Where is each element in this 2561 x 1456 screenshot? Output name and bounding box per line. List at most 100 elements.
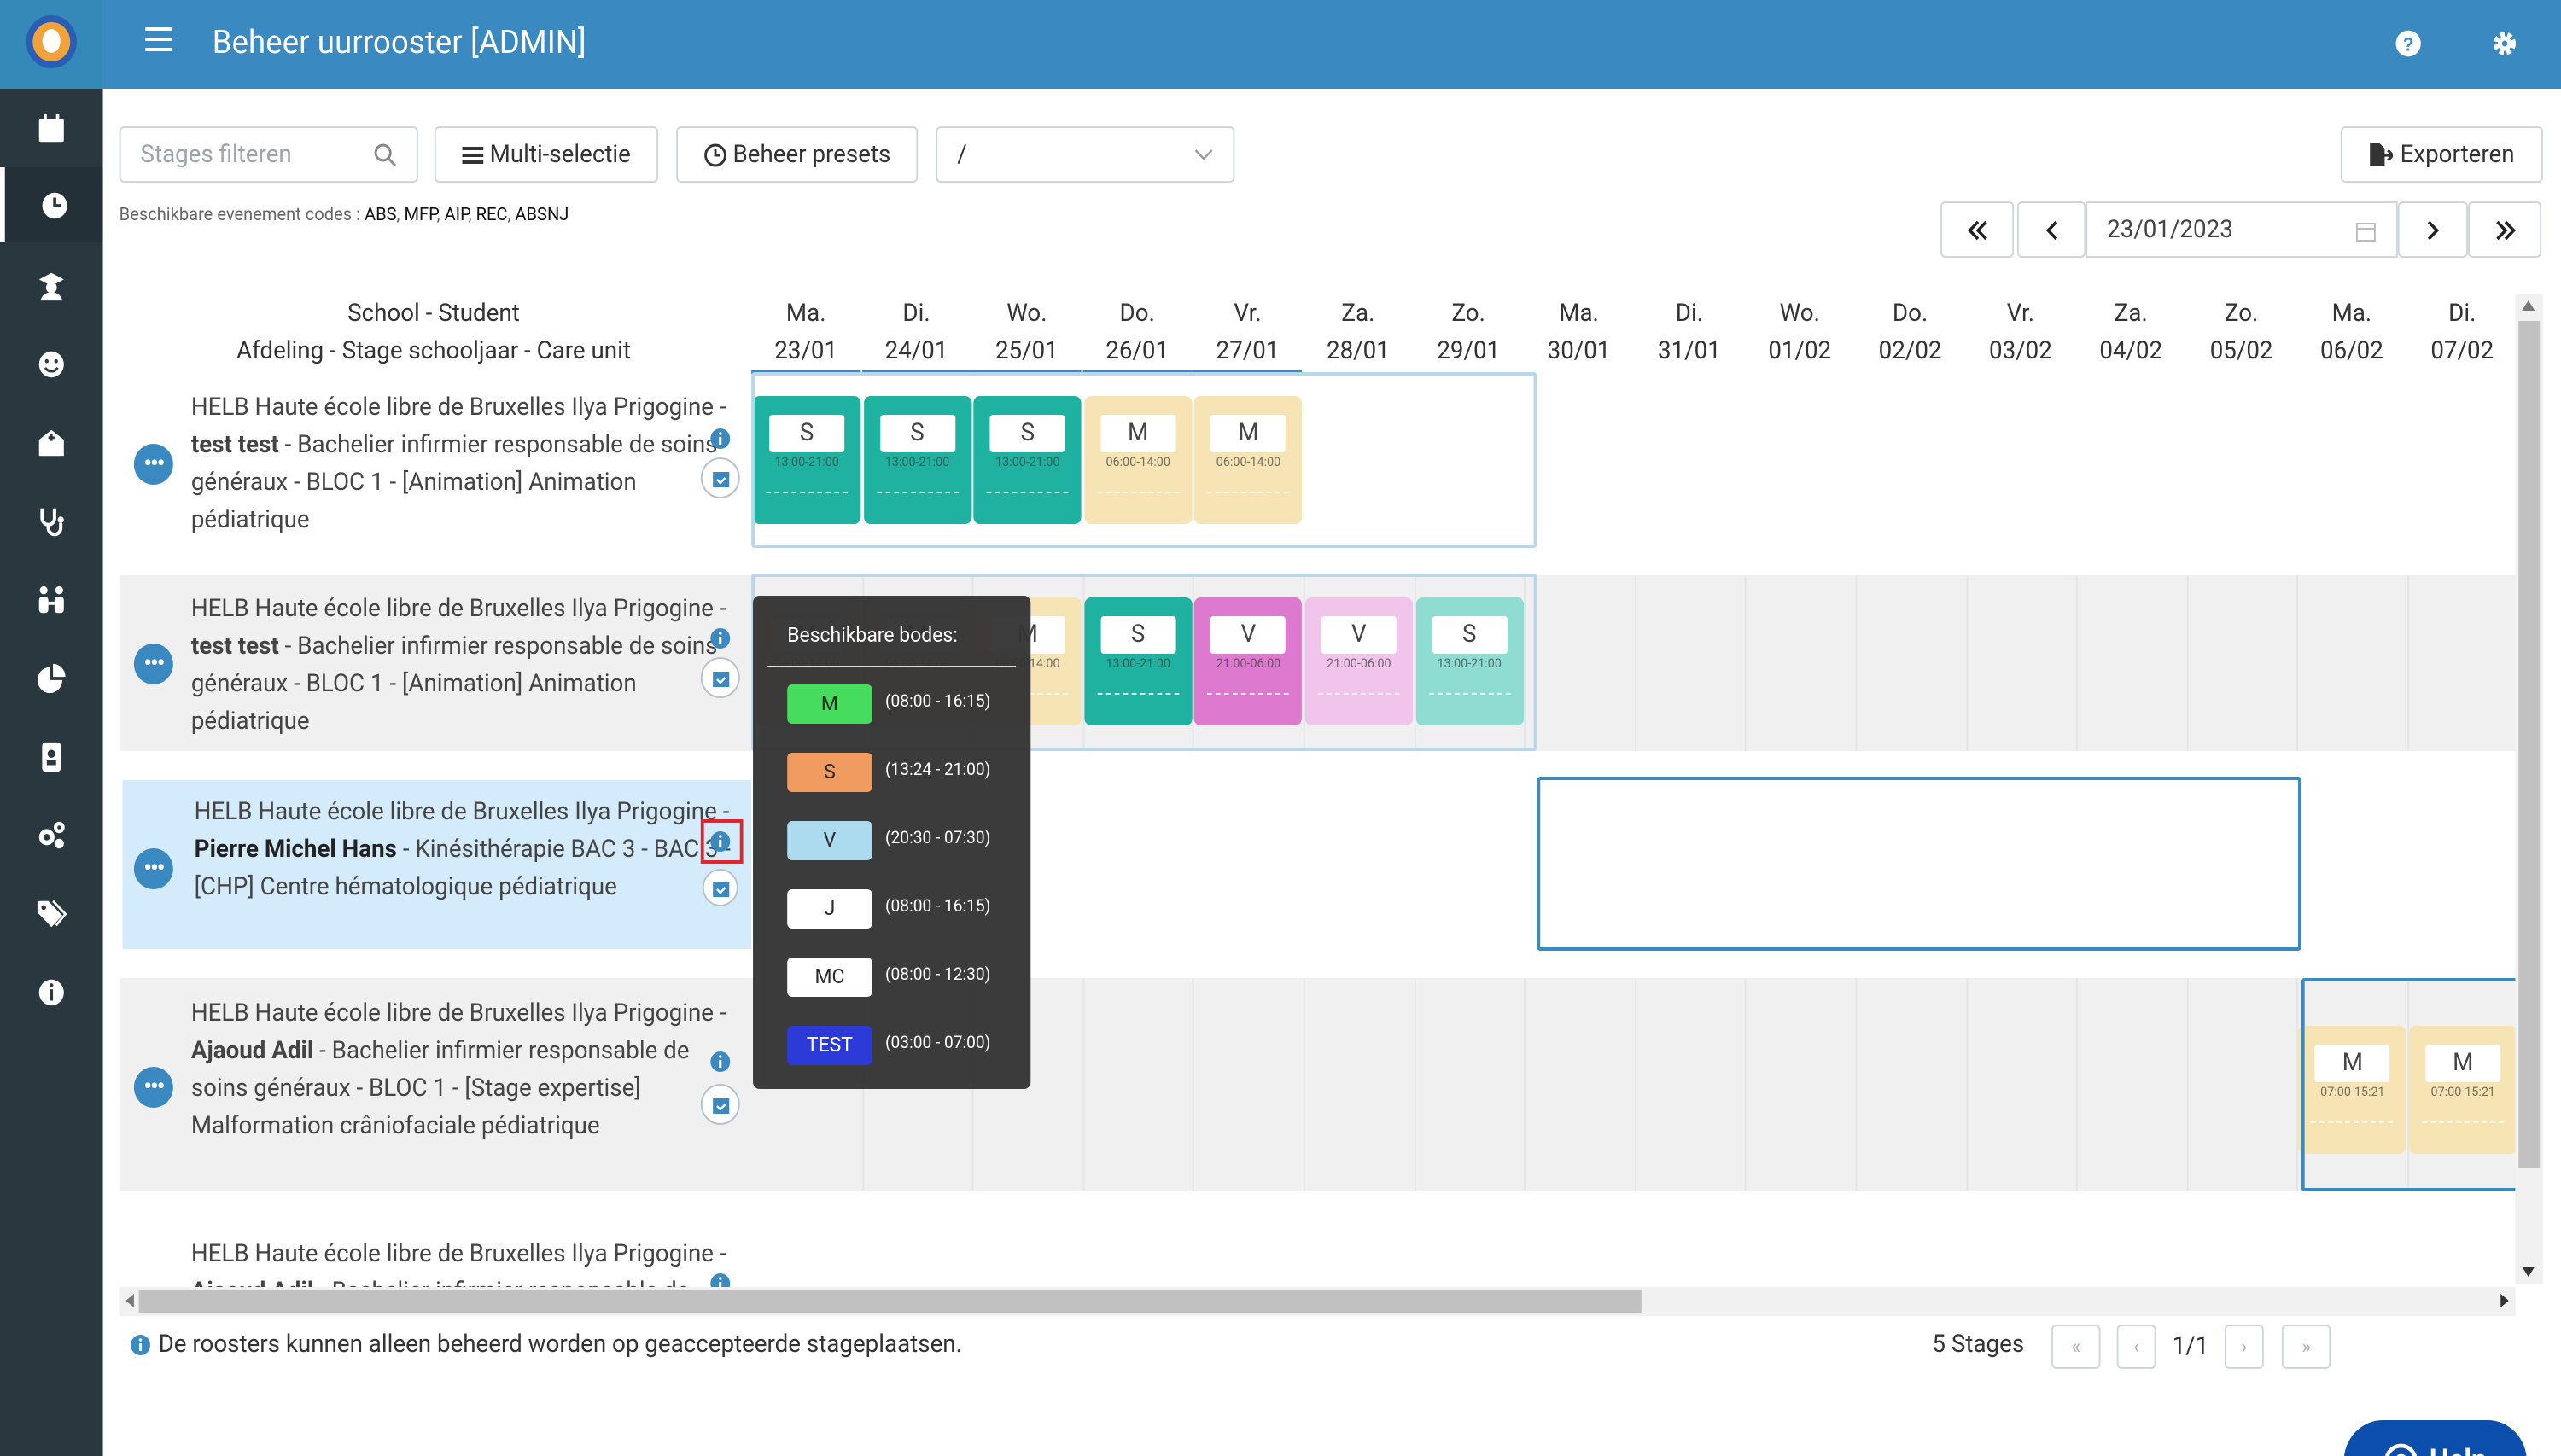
grid-line: [1634, 575, 1636, 751]
day-header: Zo. 29/01: [1437, 299, 1501, 365]
hospital-icon[interactable]: [0, 405, 103, 480]
people-arrows-icon[interactable]: [0, 562, 103, 637]
horizontal-scrollbar[interactable]: [119, 1287, 2516, 1316]
manage-presets-button[interactable]: Beheer presets: [676, 126, 919, 183]
grid-line: [1414, 978, 1416, 1191]
next-page-button[interactable]: ›: [2224, 1325, 2264, 1369]
pie-chart-icon[interactable]: [0, 640, 103, 715]
vertical-scrollbar[interactable]: [2515, 294, 2544, 1284]
calendar-check-button[interactable]: [702, 869, 738, 906]
next-week-button[interactable]: [2397, 201, 2468, 258]
day-header: Di. 31/01: [1657, 299, 1721, 365]
shift-option-time: (08:00 - 16:15): [885, 898, 991, 917]
stage-info[interactable]: HELB Haute école libre de Bruxelles Ilya…: [120, 575, 749, 751]
chevron-left-icon: [2045, 219, 2058, 240]
grid-line: [1193, 978, 1195, 1191]
export-button[interactable]: Exporteren: [2340, 126, 2544, 183]
id-badge-icon[interactable]: [0, 719, 103, 794]
school-text: HELB Haute école libre de Bruxelles Ilya…: [190, 999, 726, 1028]
preset-select[interactable]: /: [936, 126, 1235, 183]
calendar-check-button[interactable]: [700, 657, 740, 698]
stages-filter-input[interactable]: Stages filteren: [119, 126, 418, 183]
row-options-button[interactable]: •••: [133, 444, 173, 485]
first-page-button[interactable]: «: [2051, 1325, 2101, 1369]
shift-option-chip[interactable]: V: [787, 821, 872, 860]
settings-gear-icon[interactable]: [2491, 29, 2519, 58]
stage-info[interactable]: HELB Haute école libre de Bruxelles Ilya…: [122, 780, 752, 949]
info-icon[interactable]: [0, 954, 103, 1029]
shift-option-chip[interactable]: J: [787, 889, 872, 929]
code-item: AIP: [444, 203, 469, 225]
help-button[interactable]: ? Help: [2343, 1420, 2527, 1456]
code-item: ABS: [364, 203, 397, 225]
date-input[interactable]: 23/01/2023: [2086, 201, 2398, 258]
code-item: ABSNJ: [515, 203, 569, 225]
day-header: Do. 26/01: [1082, 295, 1193, 374]
graduate-icon[interactable]: [0, 248, 103, 323]
manage-presets-label: Beheer presets: [732, 140, 891, 169]
row-options-button[interactable]: •••: [133, 644, 173, 684]
info-icon[interactable]: [709, 626, 732, 650]
stage-info[interactable]: HELB Haute école libre de Bruxelles Ilya…: [120, 376, 749, 570]
last-page-button[interactable]: »: [2281, 1325, 2331, 1369]
scroll-down-icon[interactable]: [2522, 1267, 2535, 1277]
day-header: Vr. 27/01: [1193, 295, 1303, 374]
tags-icon[interactable]: [0, 876, 103, 951]
info-icon[interactable]: [709, 1272, 732, 1287]
scroll-thumb[interactable]: [138, 1290, 1642, 1313]
grid-line: [1855, 978, 1858, 1191]
popup-title: Beschikbare bodes:: [787, 623, 958, 647]
grid-line: [1965, 978, 1968, 1191]
previous-page-button[interactable]: ‹: [2116, 1325, 2156, 1369]
scroll-right-icon[interactable]: [2499, 1294, 2509, 1307]
shift-option-chip[interactable]: S: [787, 753, 872, 792]
calendar-check-icon: [712, 881, 729, 896]
multi-select-button[interactable]: Multi-selectie: [434, 126, 659, 183]
top-bar: Beheer uurrooster [ADMIN] ?: [102, 0, 2561, 89]
column-header-line2: Afdeling - Stage schooljaar - Care unit: [236, 336, 631, 365]
day-header: Do. 02/02: [1878, 299, 1942, 365]
day-header: Zo. 05/02: [2209, 299, 2273, 365]
scroll-thumb[interactable]: [2518, 321, 2541, 1168]
scroll-left-icon[interactable]: [125, 1294, 135, 1307]
student-name: Ajaoud Adil: [190, 1036, 314, 1065]
shift-option-time: (03:00 - 07:00): [885, 1034, 991, 1053]
smiley-icon[interactable]: [0, 326, 103, 401]
first-week-button[interactable]: [1940, 201, 2015, 258]
stage-row: HELB Haute école libre de Bruxelles Ilya…: [119, 574, 2516, 751]
footer-note-text: De roosters kunnen alleen beheerd worden…: [158, 1330, 962, 1359]
last-week-button[interactable]: [2467, 201, 2542, 258]
school-text: HELB Haute école libre de Bruxelles Ilya…: [190, 393, 726, 422]
help-icon[interactable]: ?: [2395, 29, 2423, 58]
row-options-button[interactable]: •••: [133, 1067, 173, 1108]
stage-info[interactable]: HELB Haute école libre de Bruxelles Ilya…: [120, 1220, 749, 1287]
sidebar: [0, 0, 103, 1456]
menu-icon[interactable]: [145, 27, 172, 51]
clock-icon[interactable]: [0, 167, 103, 242]
shift-option-chip[interactable]: TEST: [787, 1026, 872, 1065]
previous-week-button[interactable]: [2016, 201, 2086, 258]
row-options-button[interactable]: •••: [133, 848, 173, 889]
day-header: Wo. 01/02: [1768, 299, 1832, 365]
cogs-icon[interactable]: [0, 797, 103, 872]
info-icon[interactable]: [709, 830, 732, 853]
codes-prefix: Beschikbare evenement codes :: [119, 203, 360, 225]
stethoscope-icon[interactable]: [0, 483, 103, 558]
calendar-check-icon: [712, 471, 729, 486]
day-header: Ma. 23/01: [751, 295, 861, 374]
calendar-icon[interactable]: [0, 90, 103, 166]
grid-line: [2186, 978, 2189, 1191]
scroll-up-icon[interactable]: [2522, 300, 2535, 311]
grid-line: [2186, 575, 2189, 751]
app-logo[interactable]: [0, 0, 103, 89]
shift-option-chip[interactable]: MC: [787, 958, 872, 997]
stage-info[interactable]: HELB Haute école libre de Bruxelles Ilya…: [120, 978, 749, 1191]
search-icon: [374, 143, 397, 167]
calendar-check-button[interactable]: [700, 1084, 740, 1125]
shift-option-chip[interactable]: M: [787, 684, 872, 724]
available-shifts-popup: Beschikbare bodes: M (08:00 - 16:15) S (13:…: [753, 596, 1031, 1089]
info-icon[interactable]: [709, 1050, 732, 1074]
stage-row: HELB Haute école libre de Bruxelles Ilya…: [119, 978, 2516, 1191]
calendar-check-button[interactable]: [700, 457, 740, 498]
info-icon[interactable]: [709, 427, 732, 451]
